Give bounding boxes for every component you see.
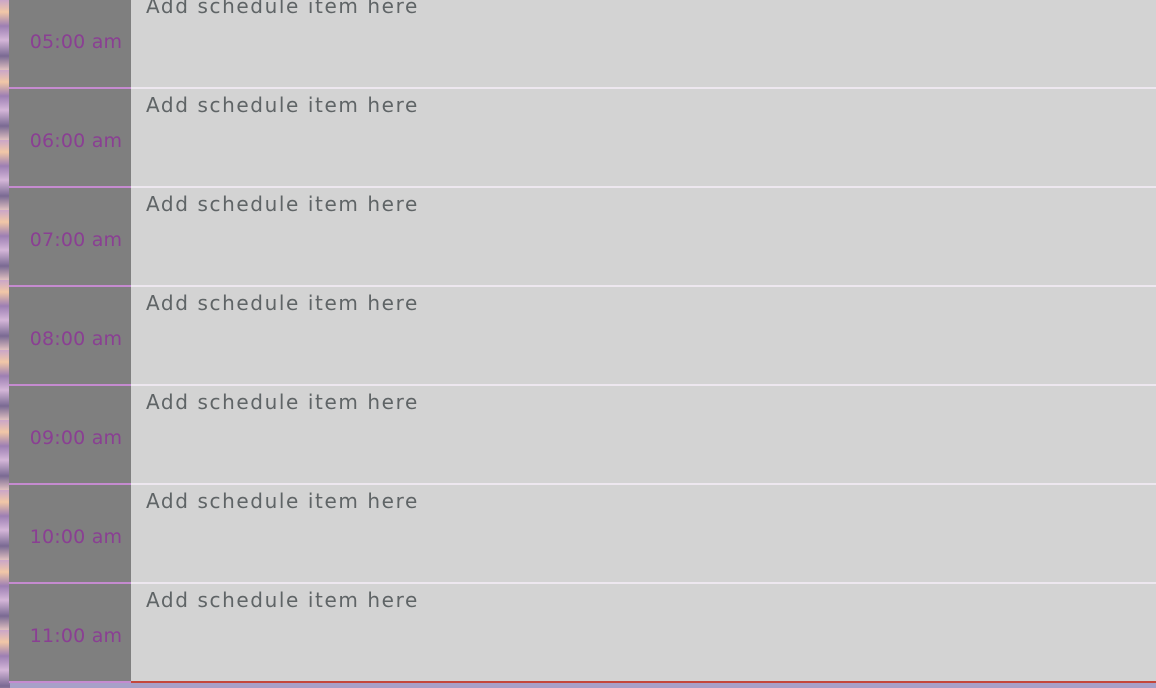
- schedule-item-input[interactable]: Add schedule item here: [131, 485, 1156, 582]
- time-label: 11:00 am: [29, 625, 123, 647]
- time-block: 06:00 am: [9, 89, 131, 188]
- time-label: 09:00 am: [29, 427, 123, 449]
- schedule-list: 05:00 am Add schedule item here 06:00 am…: [9, 0, 1156, 683]
- time-label: 06:00 am: [29, 130, 123, 152]
- schedule-item-input[interactable]: Add schedule item here: [131, 584, 1156, 681]
- schedule-row: 08:00 am Add schedule item here: [9, 287, 1156, 386]
- time-label: 07:00 am: [29, 229, 123, 251]
- schedule-row: 11:00 am Add schedule item here: [9, 584, 1156, 683]
- time-block: 09:00 am: [9, 386, 131, 485]
- time-label: 05:00 am: [29, 31, 123, 53]
- schedule-item-input[interactable]: Add schedule item here: [131, 89, 1156, 186]
- time-label: 08:00 am: [29, 328, 123, 350]
- time-label: 10:00 am: [29, 526, 123, 548]
- time-block: 08:00 am: [9, 287, 131, 386]
- schedule-row: 10:00 am Add schedule item here: [9, 485, 1156, 584]
- time-block: 07:00 am: [9, 188, 131, 287]
- schedule-item-input[interactable]: Add schedule item here: [131, 386, 1156, 483]
- schedule-item-input[interactable]: Add schedule item here: [131, 188, 1156, 285]
- schedule-item-input[interactable]: Add schedule item here: [131, 0, 1156, 87]
- schedule-row: 07:00 am Add schedule item here: [9, 188, 1156, 287]
- schedule-row: 05:00 am Add schedule item here: [9, 0, 1156, 89]
- time-block: 10:00 am: [9, 485, 131, 584]
- schedule-item-input[interactable]: Add schedule item here: [131, 287, 1156, 384]
- schedule-row: 06:00 am Add schedule item here: [9, 89, 1156, 188]
- schedule-row: 09:00 am Add schedule item here: [9, 386, 1156, 485]
- time-block: 05:00 am: [9, 0, 131, 89]
- time-block: 11:00 am: [9, 584, 131, 683]
